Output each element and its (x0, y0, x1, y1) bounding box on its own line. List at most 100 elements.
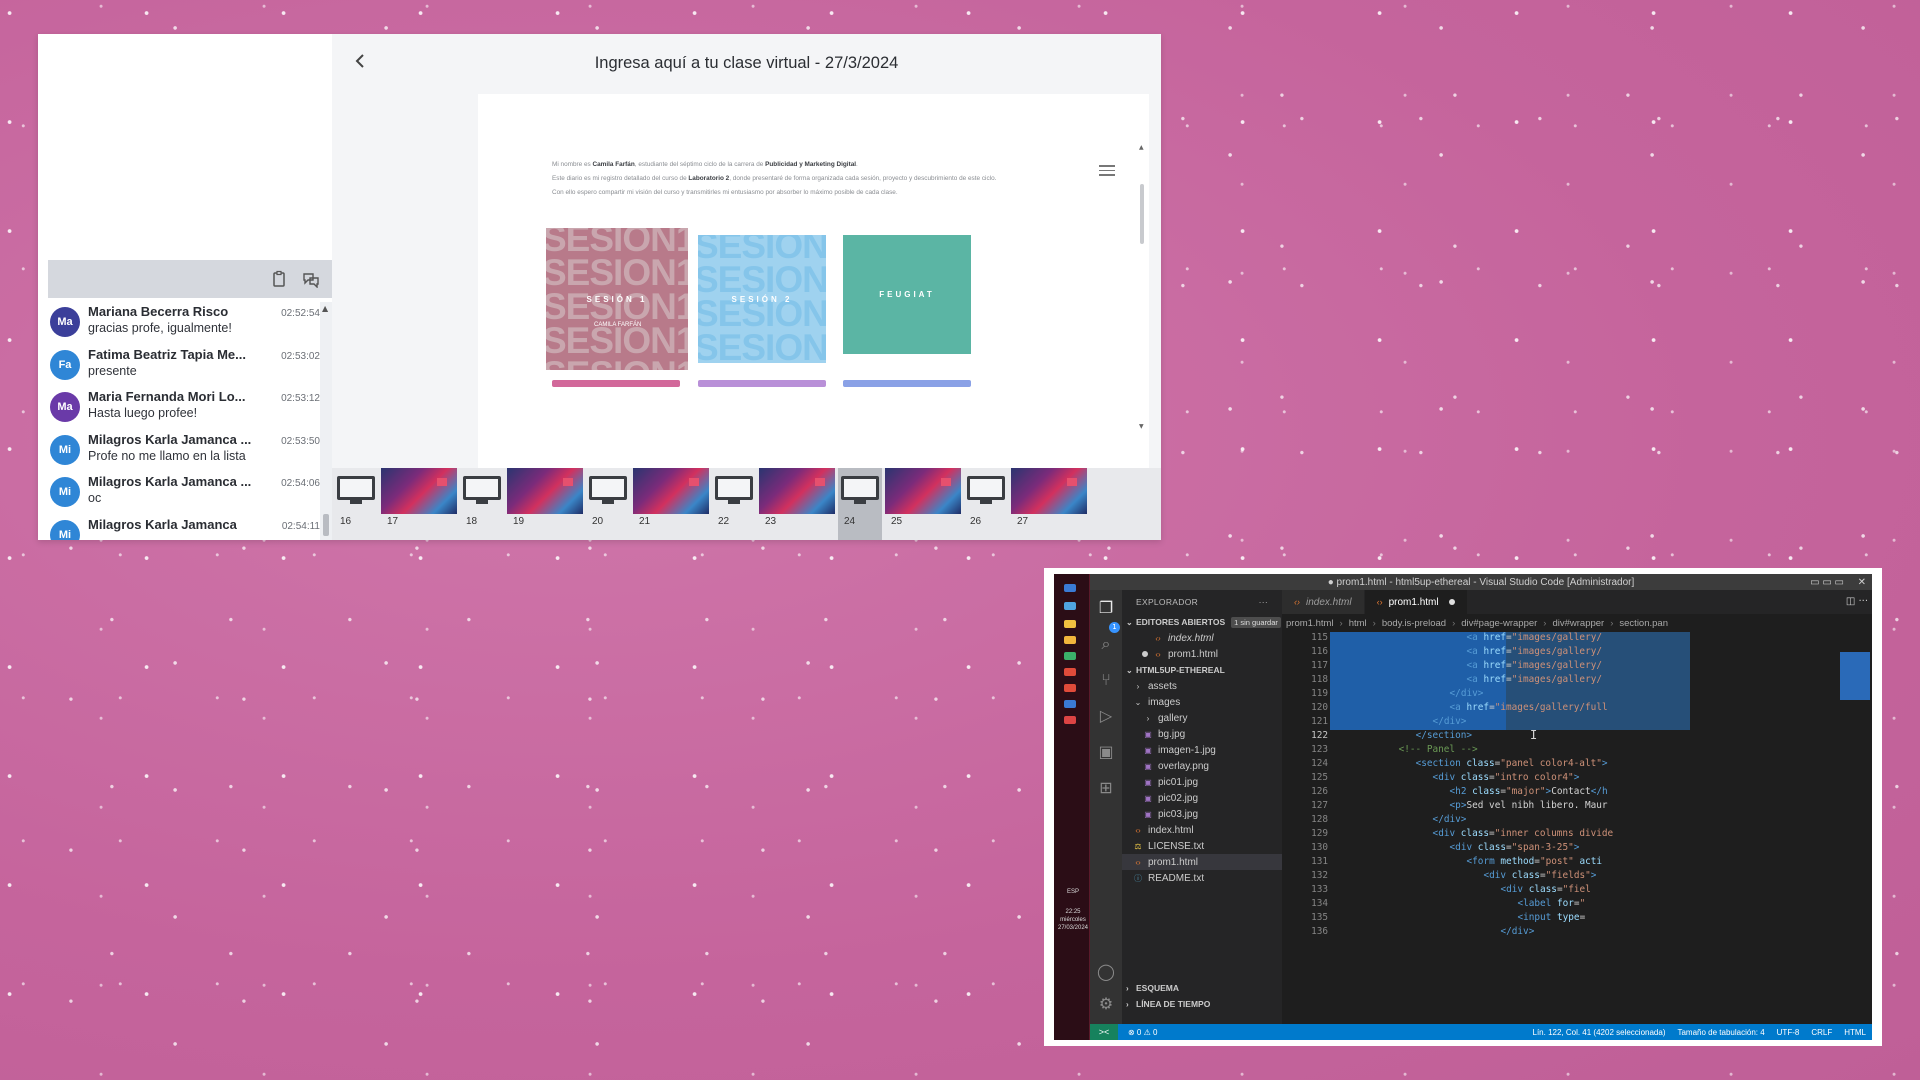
breadcrumb-item[interactable]: div#page-wrapper (1461, 618, 1537, 629)
editor-tab[interactable]: ‹› prom1.html (1364, 590, 1468, 614)
app-icon[interactable] (1064, 716, 1076, 724)
scroll-up-icon[interactable]: ▲ (322, 304, 328, 313)
more-actions-icon[interactable]: ··· (1259, 597, 1268, 607)
breadcrumb: prom1.html › html › body.is-preload › div#page… (1282, 614, 1872, 632)
scrollbar-thumb[interactable] (323, 514, 329, 536)
slide-thumbnail[interactable]: 17 (381, 468, 457, 540)
problems-indicator[interactable]: ⊗ 0 ⚠ 0 (1128, 1028, 1157, 1037)
slide-thumbnail[interactable]: 24 (838, 468, 882, 540)
tree-folder[interactable]: › assets (1122, 678, 1282, 694)
tree-file[interactable]: ▣ bg.jpg (1122, 726, 1282, 742)
message-time: 02:54:11 (281, 520, 320, 532)
chat-message: Mi Milagros Karla Jamanca ... 02:53:50 P… (48, 430, 320, 473)
tree-file[interactable]: ‹› prom1.html (1122, 854, 1282, 870)
open-editor-item[interactable]: ‹› prom1.html (1122, 646, 1282, 662)
search-icon[interactable] (1064, 584, 1076, 592)
status-item[interactable]: HTML (1844, 1028, 1866, 1037)
slide-thumbnail[interactable]: 20 (586, 468, 630, 540)
tree-file[interactable]: ▣ overlay.png (1122, 758, 1282, 774)
slide-thumbnail[interactable]: 26 (964, 468, 1008, 540)
gear-icon[interactable]: ⚙ (1096, 994, 1116, 1014)
run-debug-icon[interactable]: ▷ (1096, 706, 1116, 726)
edge-icon[interactable] (1064, 652, 1076, 660)
slide-thumbnail[interactable]: 27 (1011, 468, 1087, 540)
minimap[interactable] (1838, 632, 1872, 1024)
chrome-icon[interactable] (1064, 684, 1076, 692)
slide-thumbnail[interactable]: 19 (507, 468, 583, 540)
line-number: 128 (1311, 814, 1328, 825)
slide-number: 20 (592, 516, 604, 527)
slide-thumbnail[interactable]: 25 (885, 468, 961, 540)
extensions-icon[interactable]: ⊞ (1096, 778, 1116, 798)
tree-file[interactable]: ‹› index.html (1122, 822, 1282, 838)
slide-thumbnail[interactable]: 16 (334, 468, 378, 540)
close-icon[interactable]: ✕ (1858, 577, 1866, 588)
layout-icon[interactable]: ▭ ▭ ▭ (1810, 577, 1844, 588)
tree-folder[interactable]: ⌄ images (1122, 694, 1282, 710)
breadcrumb-item[interactable]: body.is-preload (1382, 618, 1446, 629)
breadcrumb-item[interactable]: html (1349, 618, 1367, 629)
message-author: Milagros Karla Jamanca ... (88, 474, 252, 489)
message-author: Milagros Karla Jamanca (88, 516, 237, 532)
outline-section[interactable]: › ESQUEMA (1122, 980, 1179, 996)
tile-underline (843, 380, 971, 387)
open-editors-section[interactable]: ⌄ EDITORES ABIERTOS 1 sin guardar (1122, 614, 1282, 630)
breadcrumb-separator-icon: › (1339, 617, 1343, 629)
remote-indicator[interactable]: >< (1090, 1024, 1118, 1040)
menu-icon[interactable] (1099, 165, 1115, 177)
code-editor[interactable]: 115 <a href="images/gallery/116 <a href="i… (1282, 632, 1872, 1024)
clipboard-icon[interactable] (270, 270, 288, 288)
explorer-icon[interactable] (1064, 636, 1076, 644)
tree-file[interactable]: ▣ pic03.jpg (1122, 806, 1282, 822)
slide-thumbnail[interactable]: 22 (712, 468, 756, 540)
search-icon[interactable]: ⌕ (1096, 634, 1116, 654)
code-line: <div class="span-3-25"> (1449, 842, 1580, 853)
account-icon[interactable]: ◯ (1096, 962, 1116, 982)
folder-icon[interactable] (1064, 620, 1076, 628)
remote-explorer-icon[interactable]: ▣ (1096, 742, 1116, 762)
timeline-section[interactable]: › LÍNEA DE TIEMPO (1122, 996, 1210, 1012)
tree-file[interactable]: ▣ pic02.jpg (1122, 790, 1282, 806)
slide-thumbnail[interactable]: 23 (759, 468, 835, 540)
taskview-icon[interactable] (1064, 602, 1076, 610)
unsaved-dot-icon[interactable] (1448, 599, 1455, 605)
slide-scrollbar[interactable]: ▲ ▼ (1138, 144, 1146, 430)
chat-scrollbar[interactable]: ▲ (320, 302, 332, 540)
open-editor-item[interactable]: ‹› index.html (1122, 630, 1282, 646)
feugiat-tile[interactable]: FEUGIAT (843, 235, 971, 354)
status-item[interactable]: UTF-8 (1777, 1028, 1800, 1037)
session-1-tile[interactable]: SESION1 SESION1 SESION1 SESION1 SESION1 … (546, 228, 688, 370)
back-button[interactable] (354, 52, 376, 74)
breadcrumb-item[interactable]: section.pan (1619, 618, 1668, 629)
avatar: Ma (50, 307, 80, 337)
editor-tab[interactable]: ‹› index.html (1282, 590, 1365, 614)
files-icon[interactable]: ❐ (1096, 598, 1116, 618)
vscode-window: ESP 22:25 miércoles 27/03/2024 ● prom1.h… (1054, 574, 1872, 1040)
line-number: 134 (1311, 898, 1328, 909)
monitor-icon (715, 476, 753, 506)
project-section[interactable]: ⌄ HTML5UP-ETHEREAL (1122, 662, 1282, 678)
tree-file[interactable]: ▣ imagen-1.jpg (1122, 742, 1282, 758)
source-control-icon[interactable]: ⑂ (1096, 670, 1116, 690)
session-2-tile[interactable]: SESION2 SESION2 SESION2 SESION2 SESION2 … (698, 235, 826, 363)
tree-file[interactable]: ⚖ LICENSE.txt (1122, 838, 1282, 854)
vscode-taskbar-icon[interactable] (1064, 700, 1076, 708)
slide-thumbnail[interactable]: 21 (633, 468, 709, 540)
tree-file[interactable]: ▣ pic01.jpg (1122, 774, 1282, 790)
code-line: </div> (1432, 716, 1467, 727)
status-item[interactable]: Tamaño de tabulación: 4 (1677, 1028, 1764, 1037)
slide-thumbnail-strip[interactable]: 16 17 18 19 20 21 22 23 24 25 26 27 (332, 468, 1161, 540)
breadcrumb-item[interactable]: prom1.html (1286, 618, 1334, 629)
status-item[interactable]: CRLF (1811, 1028, 1832, 1037)
breadcrumb-item[interactable]: div#wrapper (1552, 618, 1604, 629)
message-author: Mariana Becerra Risco (88, 304, 229, 319)
chat-message-list[interactable]: Ma Mariana Becerra Risco 02:52:54 gracia… (48, 302, 320, 540)
slide-thumbnail[interactable]: 18 (460, 468, 504, 540)
tree-file[interactable]: ⓘ README.txt (1122, 870, 1282, 886)
status-item[interactable]: Lín. 122, Col. 41 (4202 seleccionada) (1533, 1028, 1666, 1037)
split-editor-icon[interactable]: ◫ ··· (1846, 596, 1868, 607)
language-indicator[interactable]: ESP (1057, 888, 1089, 896)
tree-folder[interactable]: › gallery (1122, 710, 1282, 726)
chrome-icon[interactable] (1064, 668, 1076, 676)
chat-bubbles-icon[interactable] (302, 270, 320, 288)
